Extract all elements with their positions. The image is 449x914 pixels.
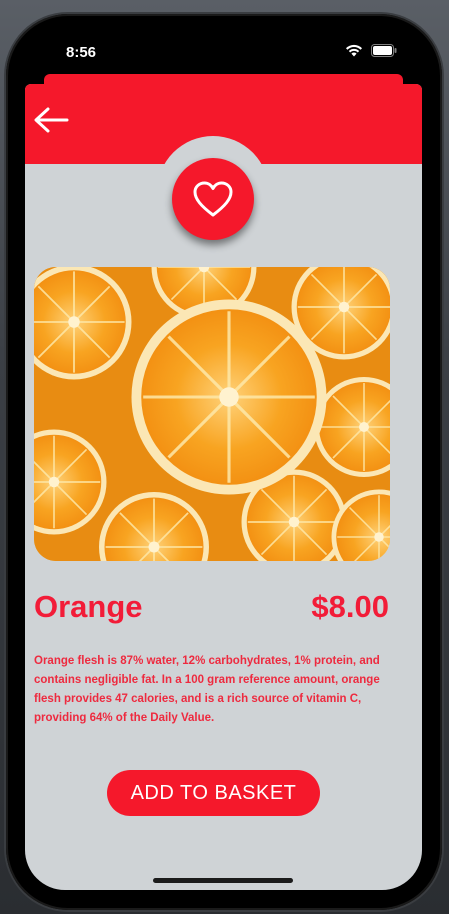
home-indicator[interactable] [153, 878, 293, 883]
favorite-button[interactable] [172, 158, 254, 240]
back-button[interactable] [31, 104, 71, 136]
product-name: Orange [34, 589, 143, 624]
battery-icon [371, 44, 397, 57]
product-description: Orange flesh is 87% water, 12% carbohydr… [34, 655, 380, 724]
wifi-icon [345, 44, 363, 57]
arrow-left-icon [34, 107, 69, 133]
product-price: $8.00 [311, 589, 389, 624]
heart-icon [193, 181, 233, 217]
add-to-basket-button[interactable]: ADD TO BASKET [107, 770, 320, 816]
product-image [34, 267, 390, 561]
status-icons [345, 44, 397, 57]
status-time: 8:56 [66, 44, 97, 61]
app-screen: Orange $8.00 Orange flesh is 87% water, … [25, 84, 422, 890]
